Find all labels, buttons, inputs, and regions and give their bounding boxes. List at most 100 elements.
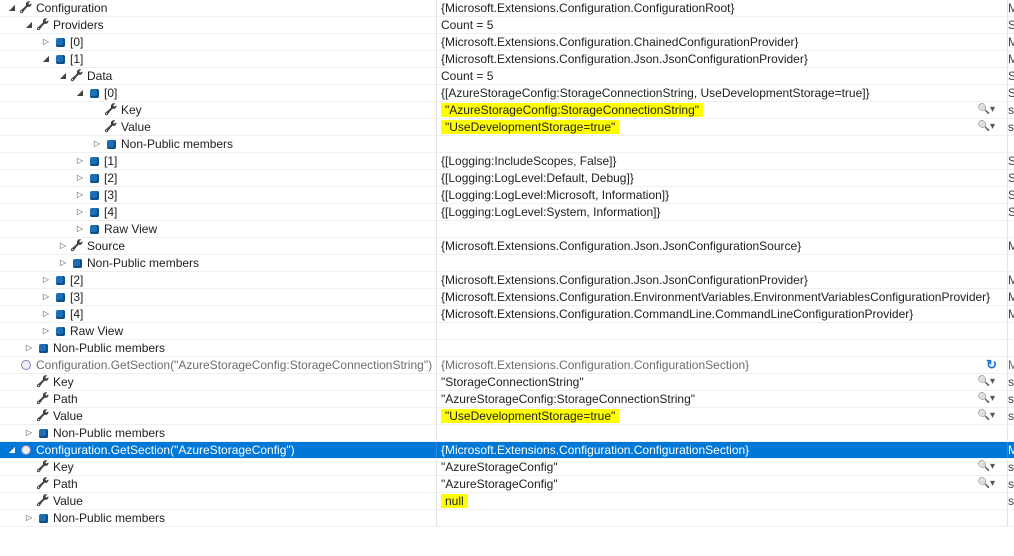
value-cell[interactable] bbox=[437, 510, 1008, 526]
visualizer-magnifier-icon[interactable]: 🔍▾ bbox=[978, 408, 995, 424]
expand-arrow-icon[interactable]: ▷ bbox=[40, 306, 52, 322]
visualizer-magnifier-icon[interactable]: 🔍▾ bbox=[978, 374, 995, 390]
value-cell[interactable]: {Microsoft.Extensions.Configuration.Json… bbox=[437, 51, 1008, 67]
value-cell[interactable]: {[Logging:IncludeScopes, False]} bbox=[437, 153, 1008, 169]
tree-row[interactable]: ▷ [4] {Microsoft.Extensions.Configuration.… bbox=[0, 306, 1014, 323]
value-cell[interactable]: {[Logging:LogLevel:System, Information]} bbox=[437, 204, 1008, 220]
member-name: Path bbox=[53, 392, 78, 406]
tree-row[interactable]: 🔧 Value null s bbox=[0, 493, 1014, 510]
tree-row[interactable]: ▷ Raw View bbox=[0, 221, 1014, 238]
tree-row[interactable]: ▷ [3] {Microsoft.Extensions.Configuration.… bbox=[0, 289, 1014, 306]
refresh-icon[interactable]: ↻ bbox=[986, 357, 997, 373]
expand-arrow-icon[interactable]: ▷ bbox=[23, 510, 35, 526]
visualizer-magnifier-icon[interactable]: 🔍▾ bbox=[978, 119, 995, 135]
value-cell[interactable]: {Microsoft.Extensions.Configuration.Envi… bbox=[437, 289, 1008, 305]
tree-row[interactable]: ▷ [3] {[Logging:LogLevel:Microsoft, Inform… bbox=[0, 187, 1014, 204]
member-name: Value bbox=[121, 120, 151, 134]
expand-arrow-icon[interactable]: ▷ bbox=[23, 425, 35, 441]
collapse-arrow-icon[interactable]: ◢ bbox=[57, 68, 69, 84]
value-cell[interactable] bbox=[437, 221, 1008, 237]
value-cell[interactable] bbox=[437, 340, 1008, 356]
expand-arrow-icon[interactable]: ▷ bbox=[23, 340, 35, 356]
tree-row[interactable]: 🔧 Key "AzureStorageConfig:StorageConnectio… bbox=[0, 102, 1014, 119]
value-cell[interactable]: "AzureStorageConfig:StorageConnectionStr… bbox=[437, 102, 1008, 118]
value-cell[interactable]: {Microsoft.Extensions.Configuration.Conf… bbox=[437, 442, 1008, 458]
collapse-arrow-icon[interactable]: ◢ bbox=[23, 17, 35, 33]
tree-row[interactable]: ▷ [0] {Microsoft.Extensions.Configuration.… bbox=[0, 34, 1014, 51]
tree-row[interactable]: ▷ 🔧 Source {Microsoft.Extensions.Configurat… bbox=[0, 238, 1014, 255]
tree-row[interactable]: 🔧 Key "AzureStorageConfig" 🔍▾ s bbox=[0, 459, 1014, 476]
value-cell[interactable]: "UseDevelopmentStorage=true" 🔍▾ bbox=[437, 408, 1008, 424]
value-cell[interactable]: {Microsoft.Extensions.Configuration.Comm… bbox=[437, 306, 1008, 322]
visualizer-magnifier-icon[interactable]: 🔍▾ bbox=[978, 391, 995, 407]
expand-arrow-icon[interactable]: ▷ bbox=[74, 153, 86, 169]
value-cell[interactable]: "UseDevelopmentStorage=true" 🔍▾ bbox=[437, 119, 1008, 135]
collapse-arrow-icon[interactable]: ◢ bbox=[74, 85, 86, 101]
tree-row[interactable]: ◢ [1] {Microsoft.Extensions.Configuration.… bbox=[0, 51, 1014, 68]
collapse-arrow-icon[interactable]: ◢ bbox=[6, 0, 18, 16]
tree-row[interactable]: 🔧 Key "StorageConnectionString" 🔍▾ s bbox=[0, 374, 1014, 391]
tree-row[interactable]: ▷ [2] {Microsoft.Extensions.Configuration.… bbox=[0, 272, 1014, 289]
expand-arrow-icon[interactable]: ▷ bbox=[74, 170, 86, 186]
tree-row[interactable]: ◢ 🔧 Data Count = 5 S bbox=[0, 68, 1014, 85]
tree-row[interactable]: ▷ Non-Public members bbox=[0, 255, 1014, 272]
expand-arrow-icon[interactable]: ▷ bbox=[40, 34, 52, 50]
tree-row[interactable]: ▷ Non-Public members bbox=[0, 425, 1014, 442]
value-cell[interactable]: {[Logging:LogLevel:Default, Debug]} bbox=[437, 170, 1008, 186]
name-cell: 🔧 Value bbox=[0, 119, 437, 135]
expand-arrow-icon[interactable]: ▷ bbox=[74, 204, 86, 220]
tree-row[interactable]: 🔧 Path "AzureStorageConfig" 🔍▾ s bbox=[0, 476, 1014, 493]
type-cell: S bbox=[1008, 69, 1014, 83]
collapse-arrow-icon[interactable]: ◢ bbox=[6, 442, 18, 458]
expand-arrow-icon[interactable]: ▷ bbox=[40, 272, 52, 288]
tree-row[interactable]: ▷ Raw View bbox=[0, 323, 1014, 340]
tree-row[interactable]: 🔧 Value "UseDevelopmentStorage=true" 🔍▾ s bbox=[0, 408, 1014, 425]
tree-row[interactable]: ◢ 🔧 Configuration {Microsoft.Extensions.Con… bbox=[0, 0, 1014, 17]
expand-arrow-icon[interactable]: ▷ bbox=[74, 187, 86, 203]
value-cell[interactable]: {Microsoft.Extensions.Configuration.Json… bbox=[437, 238, 1008, 254]
tree-row[interactable]: 🔧 Value "UseDevelopmentStorage=true" 🔍▾ s bbox=[0, 119, 1014, 136]
value-cell[interactable]: "AzureStorageConfig:StorageConnectionStr… bbox=[437, 391, 1008, 407]
collapse-arrow-icon[interactable]: ◢ bbox=[40, 51, 52, 67]
expand-arrow-icon[interactable]: ▷ bbox=[91, 136, 103, 152]
tree-row[interactable]: Configuration.GetSection("AzureStorageCo… bbox=[0, 357, 1014, 374]
value-cell[interactable]: Count = 5 bbox=[437, 17, 1008, 33]
value-cell[interactable]: "AzureStorageConfig" 🔍▾ bbox=[437, 476, 1008, 492]
value-cell[interactable]: {[Logging:LogLevel:Microsoft, Informatio… bbox=[437, 187, 1008, 203]
value-cell[interactable] bbox=[437, 136, 1008, 152]
visualizer-magnifier-icon[interactable]: 🔍▾ bbox=[978, 102, 995, 118]
tree-row[interactable]: ▷ [2] {[Logging:LogLevel:Default, Debug]} S bbox=[0, 170, 1014, 187]
expand-arrow-icon[interactable]: ▷ bbox=[57, 238, 69, 254]
expand-arrow-icon[interactable]: ▷ bbox=[57, 255, 69, 271]
tree-row[interactable]: ▷ Non-Public members bbox=[0, 510, 1014, 527]
value-cell[interactable]: {Microsoft.Extensions.Configuration.Conf… bbox=[437, 0, 1008, 16]
tree-row[interactable]: ▷ [4] {[Logging:LogLevel:System, Informati… bbox=[0, 204, 1014, 221]
value-cell[interactable]: "StorageConnectionString" 🔍▾ bbox=[437, 374, 1008, 390]
value-cell[interactable]: Count = 5 bbox=[437, 68, 1008, 84]
tree-row[interactable]: 🔧 Path "AzureStorageConfig:StorageConnecti… bbox=[0, 391, 1014, 408]
tree-row[interactable]: ◢ 🔧 Providers Count = 5 S bbox=[0, 17, 1014, 34]
value-cell[interactable]: null bbox=[437, 493, 1008, 509]
tree-row[interactable]: ◢ [0] {[AzureStorageConfig:StorageConnecti… bbox=[0, 85, 1014, 102]
value-cell[interactable] bbox=[437, 255, 1008, 271]
value-cell[interactable]: {Microsoft.Extensions.Configuration.Conf… bbox=[437, 357, 1008, 373]
wrench-icon: 🔧 bbox=[36, 478, 50, 490]
tree-row[interactable]: ◢ Configuration.GetSection("AzureStorageC… bbox=[0, 442, 1014, 459]
member-name: [1] bbox=[70, 52, 84, 66]
visualizer-magnifier-icon[interactable]: 🔍▾ bbox=[978, 476, 995, 492]
value-cell[interactable] bbox=[437, 323, 1008, 339]
expand-arrow-icon[interactable]: ▷ bbox=[40, 289, 52, 305]
member-value: "UseDevelopmentStorage=true" bbox=[441, 409, 620, 423]
value-cell[interactable] bbox=[437, 425, 1008, 441]
tree-row[interactable]: ▷ Non-Public members bbox=[0, 340, 1014, 357]
tree-row[interactable]: ▷ Non-Public members bbox=[0, 136, 1014, 153]
value-cell[interactable]: {Microsoft.Extensions.Configuration.Json… bbox=[437, 272, 1008, 288]
value-cell[interactable]: {Microsoft.Extensions.Configuration.Chai… bbox=[437, 34, 1008, 50]
type-cell: M bbox=[1008, 35, 1014, 49]
tree-row[interactable]: ▷ [1] {[Logging:IncludeScopes, False]} S bbox=[0, 153, 1014, 170]
visualizer-magnifier-icon[interactable]: 🔍▾ bbox=[978, 459, 995, 475]
value-cell[interactable]: "AzureStorageConfig" 🔍▾ bbox=[437, 459, 1008, 475]
value-cell[interactable]: {[AzureStorageConfig:StorageConnectionSt… bbox=[437, 85, 1008, 101]
expand-arrow-icon[interactable]: ▷ bbox=[40, 323, 52, 339]
expand-arrow-icon[interactable]: ▷ bbox=[74, 221, 86, 237]
